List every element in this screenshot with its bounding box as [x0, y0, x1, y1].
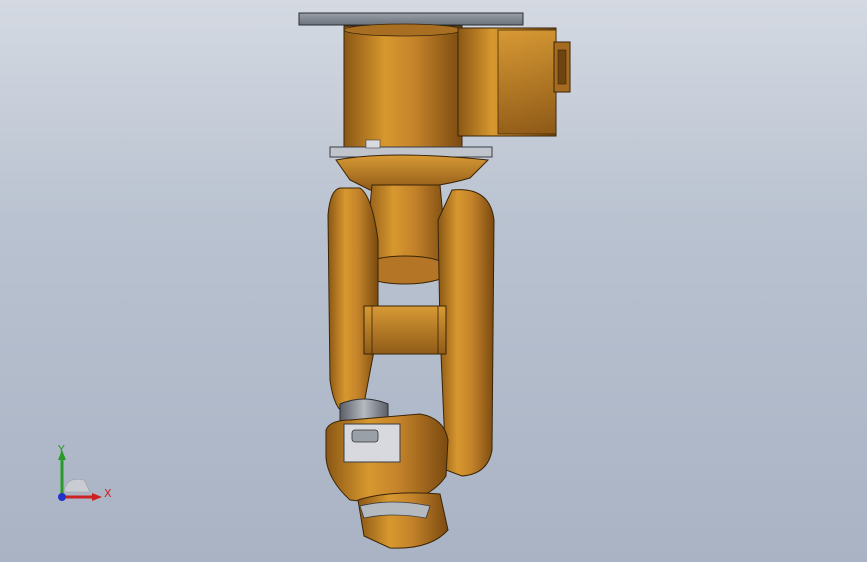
x-axis-label: X	[104, 487, 112, 500]
elbow-barrel	[363, 305, 447, 355]
y-axis-label: Y	[58, 443, 65, 456]
coordinate-triad	[58, 450, 102, 501]
base-cylinder	[343, 25, 463, 149]
mount-plate	[298, 12, 524, 26]
triad-z-arc	[63, 478, 91, 493]
z-axis-dot	[58, 493, 66, 501]
graphics-viewport[interactable]: Y X	[0, 0, 867, 562]
forearm	[357, 492, 449, 549]
upper-arm-left	[327, 187, 379, 415]
x-axis-arrow	[92, 493, 102, 501]
robot-arm-model[interactable]	[0, 0, 867, 562]
